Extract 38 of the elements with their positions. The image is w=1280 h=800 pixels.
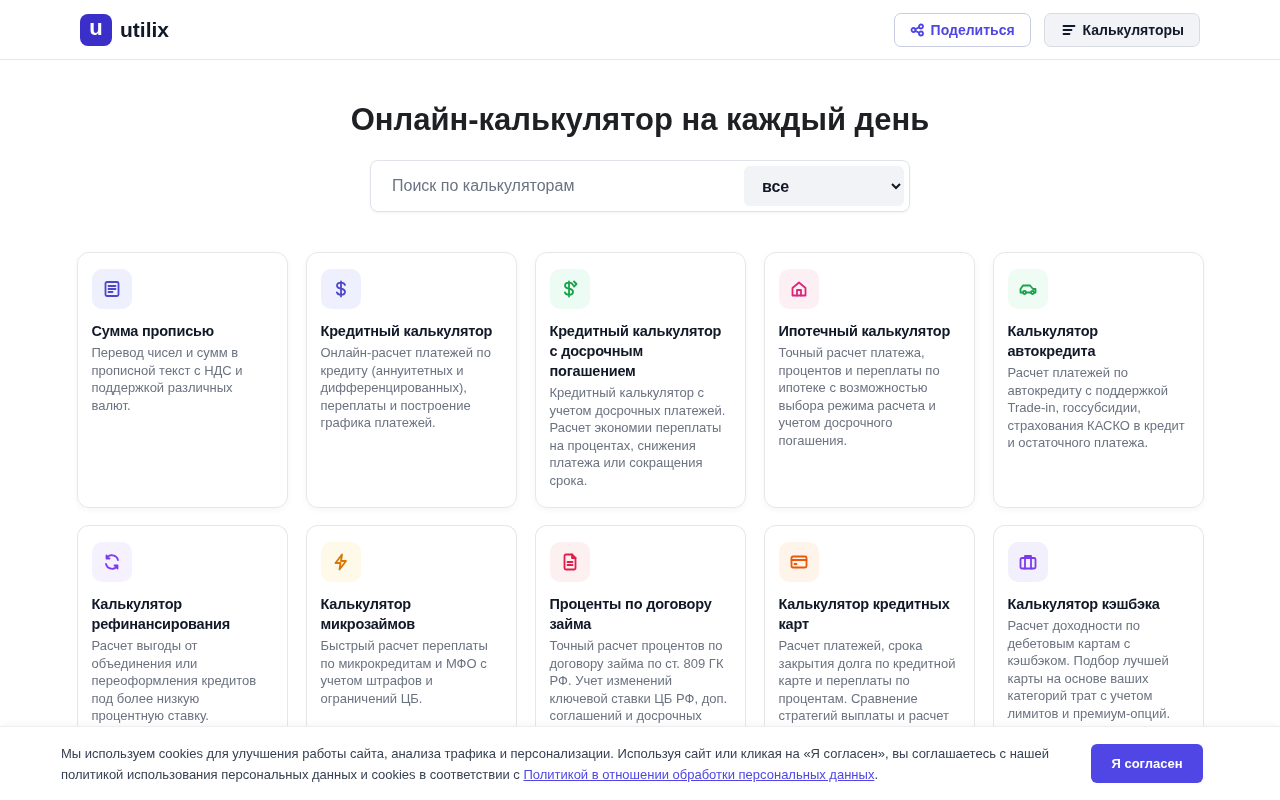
card-title: Кредитный калькулятор с досрочным погашением: [549, 322, 723, 381]
card-title: Проценты по договору займа: [549, 595, 713, 634]
card-description: Точный расчет платежа, процентов и переплаты по ипотеке с возможностью выбора режима расчета и учетом досрочного погашения.: [778, 344, 941, 449]
cookie-notice: Мы используем cookies для улучшения работы сайта, анализа трафика и персонализации. Используя сайт или кликая на «Я согласен», вы соглашаетесь с нашей политикой использования персональных данных и cookies в соответствии с Политикой в отношении обработки персональных данных.: [61, 744, 1050, 784]
card-description: Точный расчет процентов по договору займа по ст. 809 ГК РФ. Учет изменений ключевой ставки ЦБ РФ, доп. соглашений и досрочных: [549, 637, 729, 725]
category-select[interactable]: все: [744, 166, 904, 206]
calculators-menu-button[interactable]: Калькуляторы: [1043, 12, 1200, 47]
card-title: Калькулятор рефинансирования: [91, 595, 231, 634]
logo-text[interactable]: utilix: [120, 17, 169, 42]
card-title: Сумма прописью: [91, 322, 214, 341]
page-title: Онлайн-калькулятор на каждый день: [349, 102, 931, 138]
card-description: Расчет доходности по дебетовым картам с кэшбэком. Подбор лучшей карты на основе ваших категорий трат с учетом лимитов и премиум-опций.: [1007, 617, 1172, 722]
card-title: Ипотечный калькулятор: [778, 322, 951, 341]
card-title: Кредитный калькулятор: [320, 322, 493, 341]
card-title: Калькулятор микрозаймов: [320, 595, 417, 634]
card-description: Перевод чисел и сумм в прописной текст с НДС и поддержкой различных валют.: [91, 344, 244, 414]
calculator-card[interactable]: Кредитный калькулятор с досрочным погашением Кредитный калькулятор с учетом досрочных платежей. Расчет экономии переплаты на процентах, снижения платежа или сокращения срока.: [534, 252, 746, 508]
card-title: Калькулятор кэшбэка: [1007, 595, 1160, 614]
briefcase-icon: [1017, 552, 1038, 572]
logo-mark[interactable]: u: [80, 13, 112, 46]
accept-button[interactable]: Я согласен: [1091, 744, 1203, 783]
calculator-card[interactable]: Ипотечный калькулятор Точный расчет платежа, процентов и переплаты по ипотеке с возможностью выбора режима расчета и учетом досрочного погашения.: [763, 252, 975, 508]
card-description: Расчет платежей, срока закрытия долга по кредитной карте и переплаты по процентам. Сравнение стратегий выплаты и расчет: [778, 637, 957, 725]
calculator-card[interactable]: Кредитный калькулятор Онлайн-расчет платежей по кредиту (аннуитетных и дифференцированных), переплаты и построение графика платежей.: [305, 252, 517, 508]
menu-icon: [1061, 22, 1076, 37]
card-description: Онлайн-расчет платежей по кредиту (аннуитетных и дифференцированных), переплаты и построение графика платежей.: [320, 344, 492, 432]
share-button[interactable]: Поделиться: [893, 12, 1031, 47]
share-icon: [909, 22, 924, 37]
card-description: Быстрый расчет переплаты по микрокредитам и МФО с учетом штрафов и ограничений ЦБ.: [320, 637, 489, 707]
search-field[interactable]: Поиск по калькуляторам: [390, 176, 744, 196]
calculator-card[interactable]: Калькулятор автокредита Расчет платежей по автокредиту с поддержкой Trade-in, госсубсидии, страхования КАСКО в кредит и остаточного платежа.: [992, 252, 1204, 508]
card-description: Кредитный калькулятор с учетом досрочных платежей. Расчет экономии переплаты на процентах, снижения платежа или сокращения срока.: [549, 384, 727, 489]
calculator-card[interactable]: Сумма прописью Перевод чисел и сумм в прописной текст с НДС и поддержкой различных валют.: [76, 252, 288, 508]
search-bar[interactable]: Поиск по калькуляторам все: [370, 160, 910, 212]
card-title: Калькулятор автокредита: [1007, 322, 1099, 361]
card-description: Расчет выгоды от объединения или переоформления кредитов под более низкую процентную ставку.: [91, 637, 258, 725]
card-title: Калькулятор кредитных карт: [778, 595, 951, 634]
card-description: Расчет платежей по автокредиту с поддержкой Trade-in, госсубсидии, страхования КАСКО в кредит и остаточного платежа.: [1007, 364, 1186, 452]
